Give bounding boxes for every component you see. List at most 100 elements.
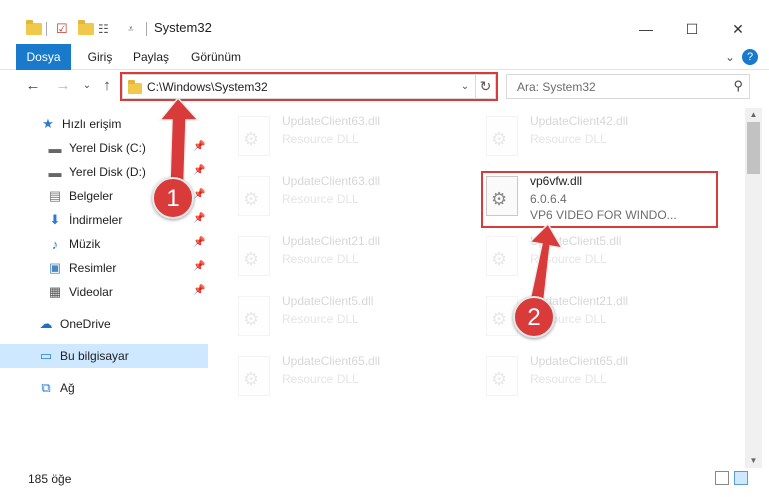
sidebar-item-label: Müzik [69,237,101,251]
toolbar-divider [146,22,147,36]
sidebar-item-label: Hızlı erişim [62,117,122,131]
title-bar: ☑ ☷ ⩡ System32 — ☐ ✕ [0,0,769,44]
file-name: UpdateClient42.dll [530,114,629,128]
details-view-icon[interactable] [715,471,729,485]
properties-icon[interactable]: ☑ [56,20,68,38]
back-button[interactable]: ← [24,77,42,95]
file-description: Resource DLL [530,372,607,386]
file-description: Resource DLL [530,132,607,146]
sidebar-item-label: OneDrive [60,317,111,331]
sidebar-item-label: Bu bilgisayar [60,349,129,363]
file-item[interactable]: UpdateClient63.dll Resource DLL [210,108,450,164]
dll-file-icon [238,176,270,216]
address-bar-highlight [120,72,498,101]
sidebar-item-label: İndirmeler [69,213,123,227]
file-description: Resource DLL [282,192,359,206]
forward-button[interactable]: → [54,77,72,95]
tab-share[interactable]: Paylaş [128,44,174,70]
file-item[interactable]: UpdateClient42.dll Resource DLL [458,108,698,164]
sidebar-item-quick-access[interactable]: ★ Hızlı erişim [0,112,208,136]
drive-icon: ▬ [48,140,62,156]
file-item[interactable]: UpdateClient65.dll Resource DLL [210,348,450,404]
tab-file[interactable]: Dosya [16,44,71,70]
tab-home[interactable]: Giriş [80,44,120,70]
file-description: Resource DLL [282,312,359,326]
file-description: Resource DLL [530,252,607,266]
dll-file-icon [238,296,270,336]
tab-view[interactable]: Görünüm [186,44,246,70]
pin-icon: 📌 [193,237,206,248]
computer-icon: ▭ [39,348,53,363]
document-icon: ▤ [48,188,62,203]
file-name: UpdateClient65.dll [530,354,629,368]
sidebar-item-label: Yerel Disk (C:) [69,141,146,155]
sidebar-item-network[interactable]: ⧉ Ağ [0,376,208,400]
dll-file-icon [486,116,518,156]
sidebar-item-label: Videolar [69,285,113,299]
file-item[interactable]: UpdateClient5.dll Resource DLL [458,228,698,284]
dll-file-icon [486,236,518,276]
minimize-button[interactable]: — [623,14,669,44]
scroll-thumb[interactable] [747,122,760,174]
sidebar-item-label: Yerel Disk (D:) [69,165,146,179]
sidebar-item-videos[interactable]: ▦ Videolar 📌 [0,280,208,304]
music-icon: ♪ [51,236,59,252]
file-item[interactable]: UpdateClient5.dll Resource DLL [210,288,450,344]
recent-locations-button[interactable]: ⌄ [78,77,96,95]
maximize-button[interactable]: ☐ [669,14,715,44]
sidebar-item-music[interactable]: ♪ Müzik 📌 [0,232,208,256]
cloud-icon: ☁ [39,316,53,331]
help-icon[interactable]: ? [742,49,758,65]
file-item[interactable]: UpdateClient21.dll Resource DLL [210,228,450,284]
pin-icon: 📌 [193,285,206,296]
download-icon: ⬇ [49,212,61,227]
scroll-up-icon[interactable]: ▲ [745,108,762,122]
file-description: Resource DLL [282,372,359,386]
file-item[interactable]: UpdateClient63.dll Resource DLL [210,168,450,224]
sidebar-item-local-disk-c[interactable]: ▬ Yerel Disk (C:) 📌 [0,136,208,160]
sidebar-item-label: Resimler [69,261,117,275]
step-marker-2: 2 [513,296,555,338]
search-icon: ⚲ [733,78,743,93]
search-box[interactable]: Ara: System32 ⚲ [506,74,750,99]
dll-file-icon [238,236,270,276]
file-name: UpdateClient5.dll [282,294,374,308]
file-item[interactable]: UpdateClient21.dll Resource DLL [458,288,698,344]
ribbon: Dosya Giriş Paylaş Görünüm ⌄ ? [0,44,769,70]
dll-file-icon [486,356,518,396]
file-name: UpdateClient63.dll [282,174,381,188]
scroll-down-icon[interactable]: ▼ [745,454,762,468]
star-icon: ★ [42,116,54,131]
file-name: UpdateClient63.dll [282,114,381,128]
sidebar-item-pictures[interactable]: ▣ Resimler 📌 [0,256,208,280]
customize-toolbar-icon[interactable]: ⩡ [128,20,134,38]
close-button[interactable]: ✕ [715,14,761,44]
dll-file-icon [238,356,270,396]
file-description: Resource DLL [282,252,359,266]
pin-icon: 📌 [193,213,206,224]
folder-icon [26,20,42,38]
drive-icon: ▬ [48,164,62,180]
toolbar-divider [46,22,47,36]
vertical-scrollbar[interactable]: ▲ ▼ [745,108,762,468]
ribbon-expand-icon[interactable]: ⌄ [722,44,738,70]
file-highlight [481,171,718,228]
sidebar-item-onedrive[interactable]: ☁ OneDrive [0,312,208,336]
file-item[interactable]: UpdateClient65.dll Resource DLL [458,348,698,404]
new-folder-icon[interactable] [78,20,94,38]
sidebar-item-label: Belgeler [69,189,114,203]
pin-icon: 📌 [193,165,206,176]
status-bar: 185 öğe [0,468,769,497]
step-marker-1: 1 [152,177,194,219]
pin-icon: 📌 [193,261,206,272]
network-icon: ⧉ [41,380,51,395]
dll-file-icon [238,116,270,156]
large-icons-view-icon[interactable] [734,471,748,485]
window-title: System32 [154,20,212,35]
sidebar-item-label: Ağ [60,381,75,395]
search-input[interactable]: Ara: System32 [517,80,596,94]
rename-icon[interactable]: ☷ [98,20,109,38]
file-list: UpdateClient63.dll Resource DLL UpdateCl… [210,108,745,468]
up-button[interactable]: ↑ [98,77,116,95]
sidebar-item-this-pc[interactable]: ▭ Bu bilgisayar [0,344,208,368]
